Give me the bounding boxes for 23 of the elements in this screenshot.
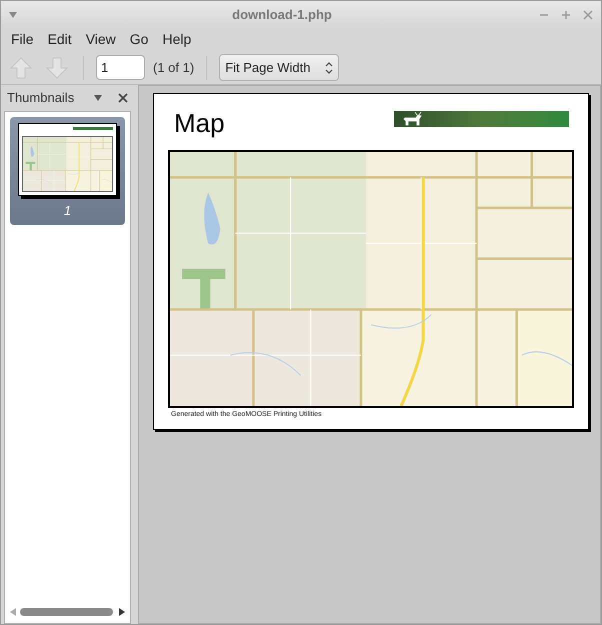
zoom-dropdown[interactable]: Fit Page Width xyxy=(219,54,340,81)
menu-item[interactable]: Help xyxy=(155,29,198,50)
page-count: (1 of 1) xyxy=(153,58,194,77)
close-icon[interactable] xyxy=(118,93,128,103)
menu-item[interactable]: Go xyxy=(122,29,156,50)
maximize-icon[interactable] xyxy=(561,10,571,20)
page-heading: Map xyxy=(174,108,225,138)
window-title: download-1.php xyxy=(231,6,333,24)
page-thumbnail[interactable]: 1 xyxy=(10,117,125,224)
menu-item[interactable]: View xyxy=(78,29,123,50)
dropdown-icon[interactable] xyxy=(94,95,102,101)
scrollbar-thumb[interactable] xyxy=(20,608,113,616)
scroll-right-icon[interactable] xyxy=(119,608,125,616)
moose-icon xyxy=(402,112,422,126)
menu-item[interactable]: Edit xyxy=(40,29,79,50)
thumbnail-label: 1 xyxy=(64,202,72,220)
spinner-icon xyxy=(325,62,334,74)
page-number-field[interactable]: 1 xyxy=(96,55,145,80)
logo-banner xyxy=(73,127,113,130)
window-menu-icon[interactable] xyxy=(9,12,17,18)
sidebar-title: Thumbnails xyxy=(7,89,76,108)
menu-item[interactable]: File xyxy=(4,29,41,50)
scroll-left-icon[interactable] xyxy=(10,608,16,616)
